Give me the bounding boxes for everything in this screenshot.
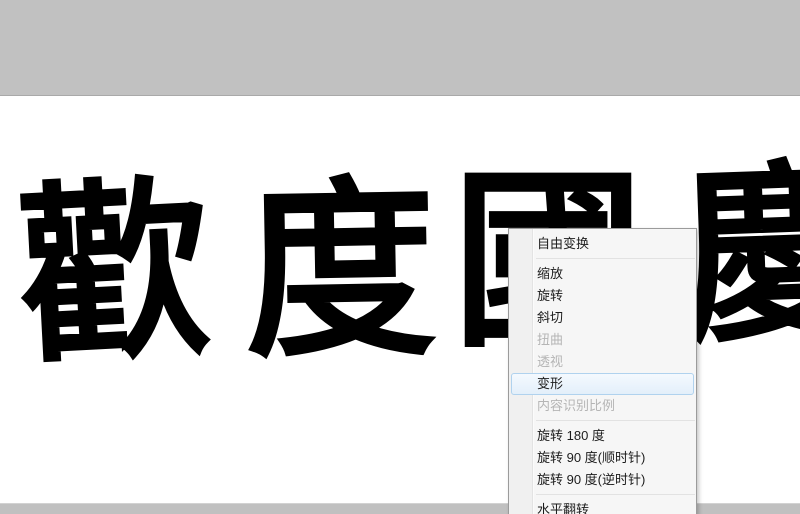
- menu-separator-2: [536, 420, 695, 421]
- menu-item-free-transform[interactable]: 自由变换: [509, 233, 696, 255]
- transform-context-menu: 自由变换缩放 旋转 斜切扭曲透视变形内容识别比例旋转 180 度旋转 90 度(顺时…: [508, 228, 697, 514]
- menu-item-skew[interactable]: 斜切: [509, 307, 696, 329]
- menu-item-rotate-90-cw[interactable]: 旋转 90 度(顺时针): [509, 447, 696, 469]
- menu-item-distort: 扭曲: [537, 332, 564, 347]
- menu-item-rotate-90-ccw[interactable]: 旋转 90 度(逆时针): [509, 469, 696, 491]
- menu-item-perspective: 透视: [537, 354, 564, 369]
- menu-item-warp[interactable]: 变形: [511, 373, 694, 395]
- menu-separator-1: [536, 258, 695, 259]
- menu-item-flip-horizontal[interactable]: 水平翻转: [509, 499, 696, 514]
- menu-item-content-aware-scale: 内容识别比例: [537, 398, 616, 413]
- pasteboard-top: [0, 0, 800, 96]
- menu-separator-3: [536, 494, 695, 495]
- menu-item-rotate-180[interactable]: 旋转 180 度: [509, 425, 696, 447]
- menu-item-scale[interactable]: 缩放: [509, 263, 696, 285]
- menu-item-rotate[interactable]: 旋转: [509, 285, 696, 307]
